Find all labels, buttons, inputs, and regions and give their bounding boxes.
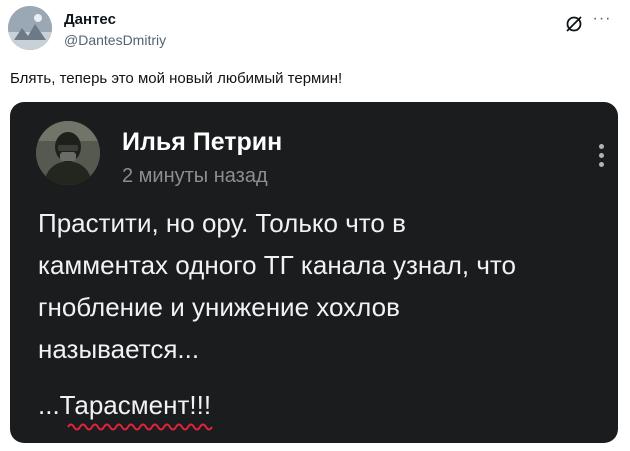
embed-body-line: называется... (38, 334, 200, 364)
author-name[interactable]: Дантес (64, 11, 116, 28)
embed-timestamp: 2 минуты назад (122, 165, 268, 187)
tweet-card: Дантес @DantesDmitriy ··· Блять, теперь … (0, 0, 630, 451)
embed-body-line: гнобление и унижение хохлов (38, 292, 400, 322)
author-avatar[interactable] (8, 6, 52, 50)
spellcheck-underline (67, 423, 213, 431)
embed-body-line: камментах одного ТГ канала узнал, что (38, 250, 516, 280)
avatar-image (8, 6, 52, 50)
embed-body-line: Прастити, но ору. Только что в (38, 208, 406, 238)
embed-author-avatar (36, 121, 100, 185)
grok-icon[interactable] (564, 14, 584, 34)
tweet-header: Дантес @DantesDmitriy ··· (8, 6, 622, 52)
embed-body: Прастити, но ору. Только что в камментах… (38, 202, 608, 370)
tweet-text: Блять, теперь это мой новый любимый терм… (10, 70, 343, 87)
kebab-menu-icon (597, 144, 605, 172)
embed-author-name: Илья Петрин (122, 128, 283, 156)
more-icon[interactable]: ··· (590, 11, 614, 31)
embedded-post-image[interactable]: Илья Петрин 2 минуты назад Прастити, но … (10, 102, 618, 443)
author-handle[interactable]: @DantesDmitriy (64, 32, 166, 48)
embed-punchline: ...Тарасмент!!! (38, 390, 212, 420)
